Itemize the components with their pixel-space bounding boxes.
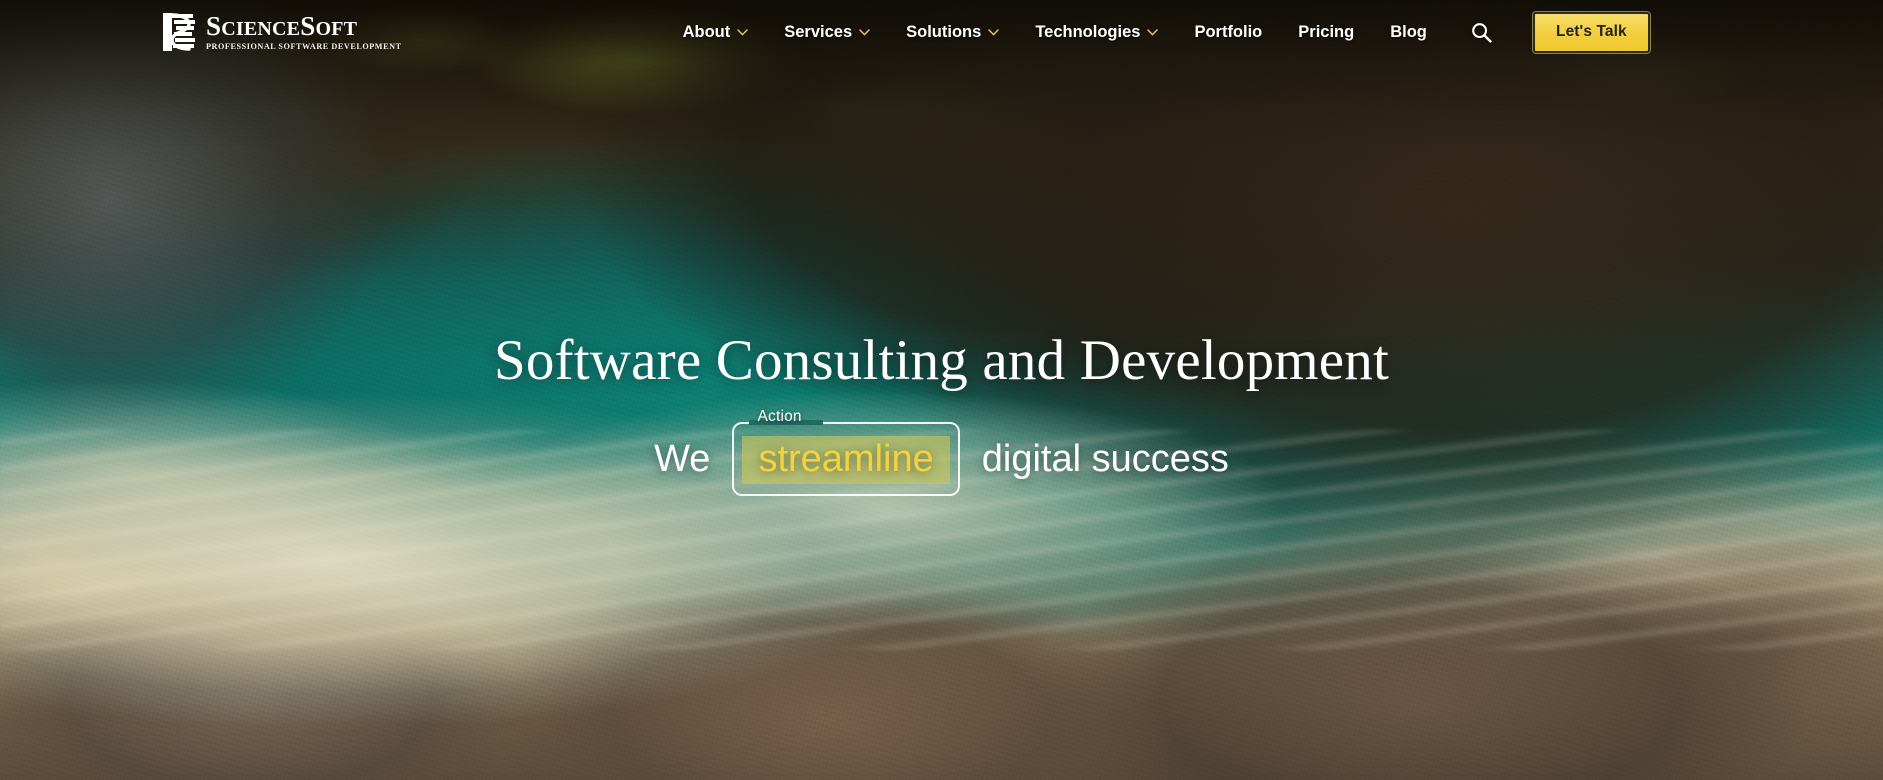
nav-item-label: Pricing bbox=[1298, 22, 1355, 41]
nav-item-about[interactable]: About bbox=[665, 12, 767, 52]
site-header: SCIENCESOFT Professional Software Develo… bbox=[0, 0, 1883, 64]
lets-talk-label: Let's Talk bbox=[1556, 23, 1627, 40]
lets-talk-button[interactable]: Let's Talk bbox=[1532, 11, 1650, 53]
nav-item-pricing[interactable]: Pricing bbox=[1280, 12, 1372, 52]
sciencesoft-s-mark-icon bbox=[163, 12, 197, 51]
nav-item-label: Technologies bbox=[1035, 22, 1141, 41]
nav-item-portfolio[interactable]: Portfolio bbox=[1176, 12, 1280, 52]
nav-item-blog[interactable]: Blog bbox=[1372, 12, 1445, 52]
chevron-down-icon bbox=[859, 28, 870, 35]
nav-item-label: Solutions bbox=[906, 22, 982, 41]
search-icon bbox=[1472, 22, 1492, 43]
nav-item-label: Portfolio bbox=[1194, 22, 1263, 41]
brand-logo[interactable]: SCIENCESOFT Professional Software Develo… bbox=[163, 10, 402, 51]
photo-texture-overlay bbox=[0, 0, 1883, 780]
hero-section: SCIENCESOFT Professional Software Develo… bbox=[0, 0, 1883, 780]
brand-tagline: Professional Software Development bbox=[206, 41, 402, 51]
nav-item-technologies[interactable]: Technologies bbox=[1017, 12, 1176, 52]
nav-item-label: Blog bbox=[1390, 22, 1427, 41]
annotation-label: Action bbox=[757, 407, 802, 425]
chevron-down-icon bbox=[988, 28, 1000, 35]
brand-logo-text: SCIENCESOFT Professional Software Develo… bbox=[206, 10, 402, 51]
nav-item-label: Services bbox=[784, 22, 853, 41]
action-annotation[interactable]: Action streamline bbox=[732, 409, 960, 496]
chevron-down-icon bbox=[737, 28, 748, 35]
nav-item-services[interactable]: Services bbox=[766, 12, 888, 52]
chevron-down-icon bbox=[1147, 28, 1159, 35]
search-button[interactable] bbox=[1467, 17, 1497, 47]
nav-item-label: About bbox=[682, 22, 731, 41]
brand-name: SCIENCESOFT bbox=[206, 10, 358, 41]
rotating-word-highlight: streamline bbox=[742, 435, 950, 484]
nav-item-solutions[interactable]: Solutions bbox=[888, 12, 1017, 52]
main-navigation: About Services Solutions Technologies Po… bbox=[665, 11, 1650, 53]
